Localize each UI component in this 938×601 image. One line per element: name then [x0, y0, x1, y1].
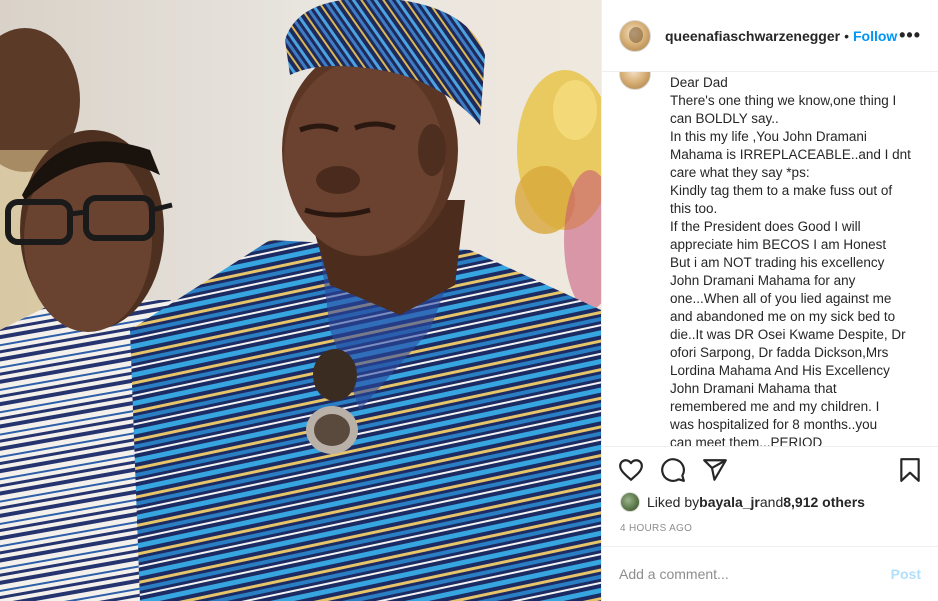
caption-line: Kindly tag them to a make fuss out of: [670, 183, 893, 198]
caption-line: remembered me and my children. I: [670, 399, 880, 414]
post-actions: Liked by bayala_jr and 8,912 others 4 HO…: [602, 446, 938, 546]
follow-button[interactable]: Follow: [853, 28, 897, 44]
caption-line: If the President does Good I will: [670, 219, 861, 234]
caption-text: Dear Dad There's one thing we know,one t…: [670, 74, 920, 446]
likes-prefix: Liked by: [647, 494, 700, 510]
caption-line: and abandoned me on my sick bed to: [670, 309, 896, 324]
caption-line: can BOLDLY say..: [670, 111, 779, 126]
instagram-post: queenafiaschwarzenegger • Follow ••• Dea…: [0, 0, 938, 601]
more-options-icon[interactable]: •••: [899, 26, 921, 44]
post-timestamp[interactable]: 4 HOURS AGO: [620, 523, 692, 534]
caption-line: die..It was DR Osei Kwame Despite, Dr: [670, 327, 906, 342]
post-side-panel: queenafiaschwarzenegger • Follow ••• Dea…: [601, 0, 938, 601]
caption-line: In this my life ,You John Dramani: [670, 129, 867, 144]
caption-line: can meet them...PERIOD: [670, 435, 823, 446]
caption-area[interactable]: Dear Dad There's one thing we know,one t…: [602, 72, 938, 446]
caption-line: one...When all of you lied against me: [670, 291, 892, 306]
caption-line: was hospitalized for 8 months..you: [670, 417, 878, 432]
caption-line: But i am NOT trading his excellency: [670, 255, 885, 270]
liker-username[interactable]: bayala_jr: [699, 494, 760, 510]
heart-icon[interactable]: [618, 457, 644, 483]
post-photo[interactable]: [0, 0, 601, 601]
caption-line: Lordina Mahama And His Excellency: [670, 363, 890, 378]
post-header: queenafiaschwarzenegger • Follow •••: [602, 0, 938, 72]
username-link[interactable]: queenafiaschwarzenegger: [665, 28, 840, 44]
caption-line: Dear Dad: [670, 75, 728, 90]
caption-line: appreciate him BECOS I am Honest: [670, 237, 887, 252]
comment-input[interactable]: [619, 566, 891, 582]
caption-avatar[interactable]: [619, 72, 651, 90]
caption-line: care what they say *ps:: [670, 165, 810, 180]
comment-box: Post: [602, 546, 938, 601]
bookmark-icon[interactable]: [897, 457, 923, 483]
caption-line: ofori Sarpong, Dr fadda Dickson,Mrs: [670, 345, 889, 360]
avatar[interactable]: [619, 19, 651, 52]
caption-line: John Dramani Mahama that: [670, 381, 837, 396]
caption-line: There's one thing we know,one thing I: [670, 93, 897, 108]
post-photo-image: [0, 0, 601, 601]
liker-avatar[interactable]: [620, 492, 640, 512]
caption-line: Mahama is IRREPLACEABLE..and I dnt: [670, 147, 911, 162]
send-icon[interactable]: [702, 457, 728, 483]
separator-dot: •: [844, 27, 849, 44]
likes-middle: and: [759, 494, 784, 510]
caption-line: this too.: [670, 201, 718, 216]
likes-summary: Liked by bayala_jr and 8,912 others: [620, 492, 865, 512]
action-icons: [618, 457, 728, 485]
comment-icon[interactable]: [660, 457, 686, 483]
caption-line: John Dramani Mahama for any: [670, 273, 856, 288]
post-comment-button[interactable]: Post: [891, 566, 921, 582]
likes-count[interactable]: 8,912 others: [783, 494, 865, 510]
